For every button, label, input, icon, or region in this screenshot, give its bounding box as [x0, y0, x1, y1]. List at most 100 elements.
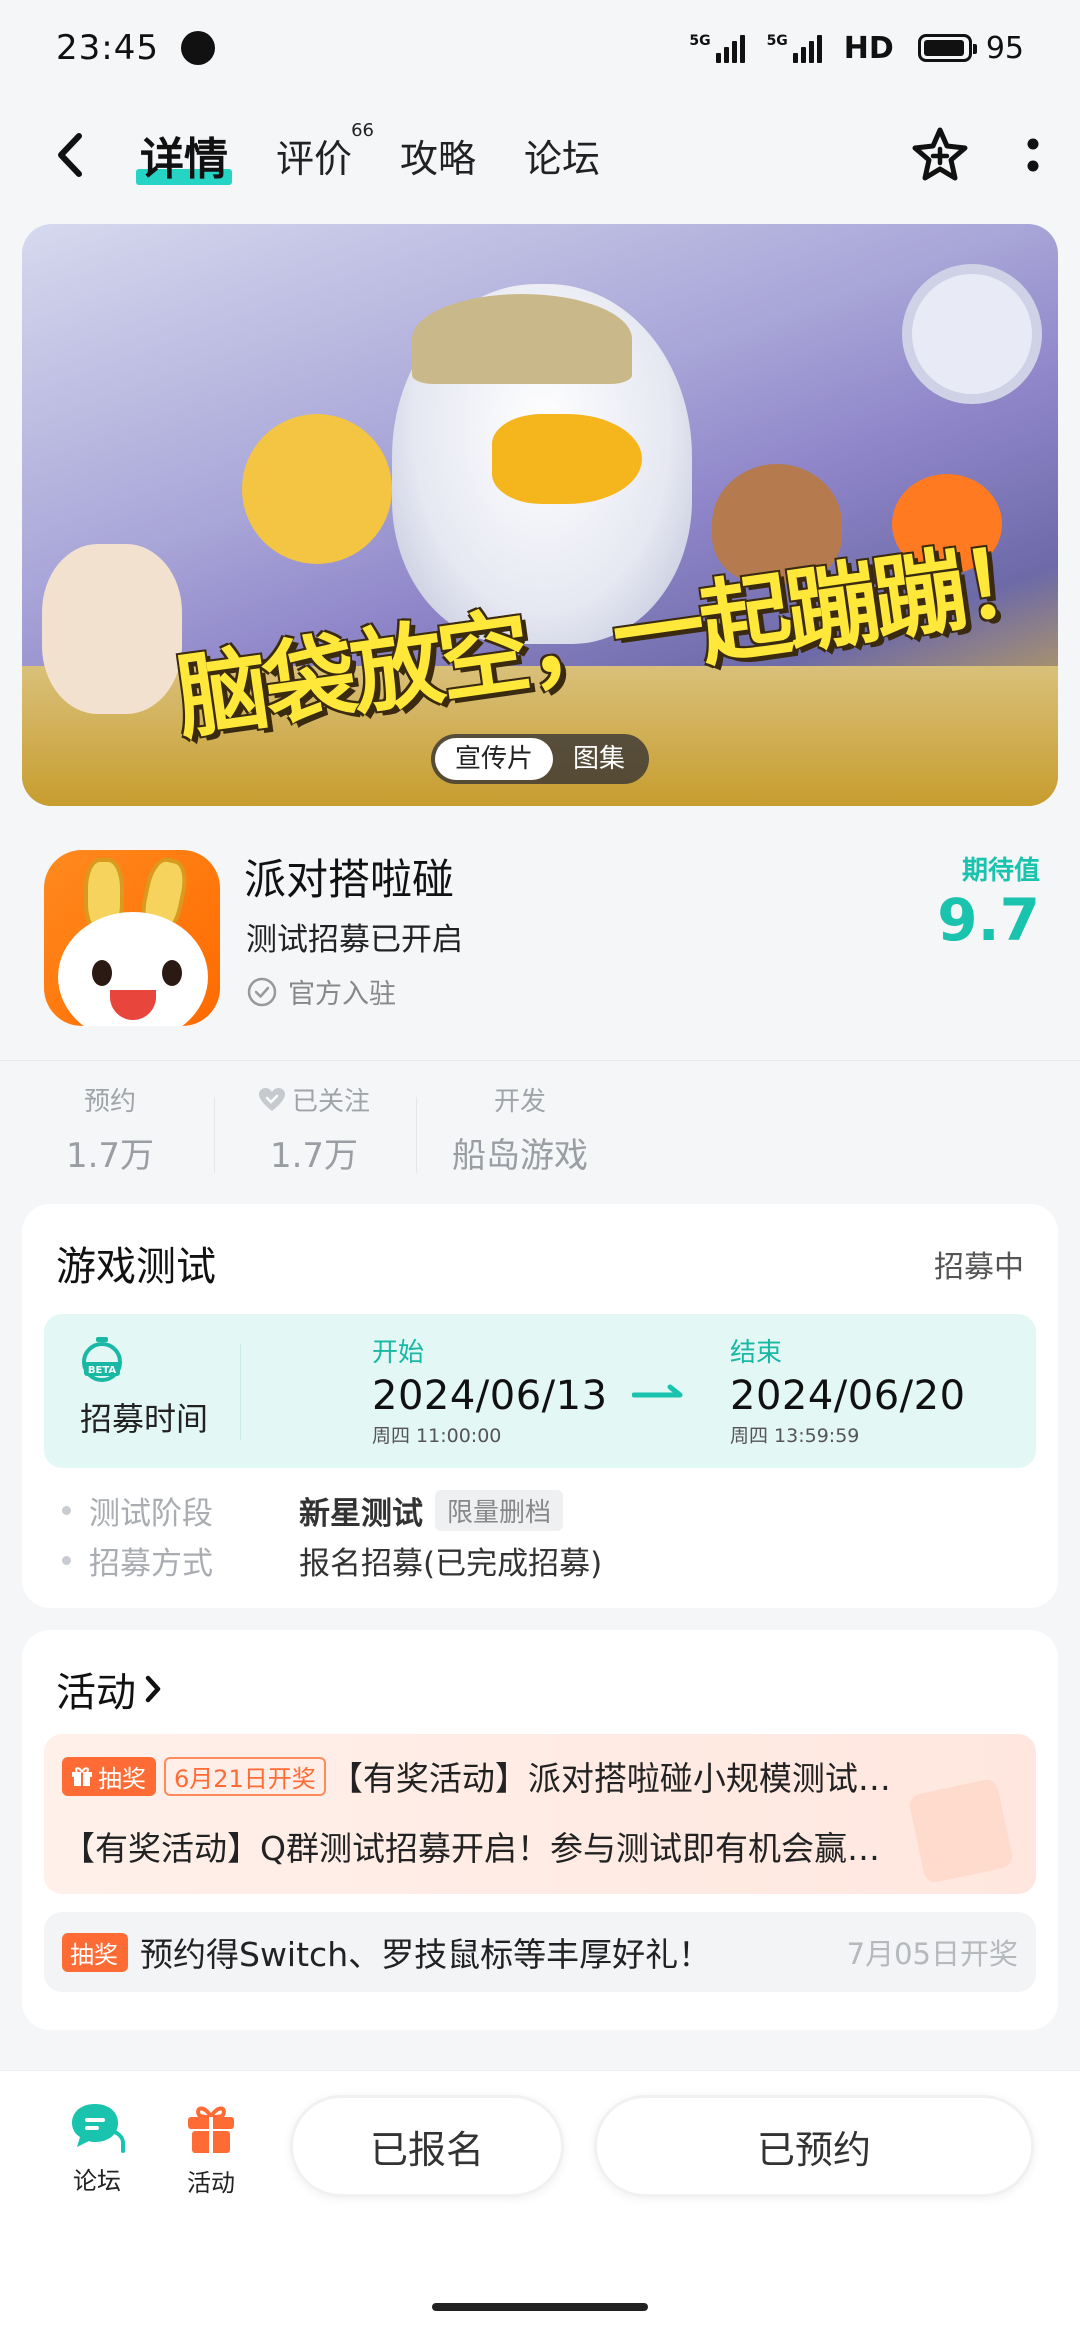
- character-art-left: [42, 544, 182, 714]
- character-art-chick: [242, 414, 392, 564]
- tab-forum[interactable]: 论坛: [524, 128, 600, 183]
- battery-percent: 95: [985, 30, 1024, 66]
- recruit-method-label: 招募方式: [89, 1546, 213, 1582]
- svg-text:BETA: BETA: [88, 1365, 116, 1376]
- stat-reservations: 预约 1.7万: [50, 1081, 170, 1177]
- check-circle-icon: [247, 977, 277, 1006]
- rating-label: 期待值: [961, 856, 1040, 886]
- reviews-count-badge: 66: [351, 119, 375, 141]
- bottom-action-bar: 论坛 活动 已报名 已预约: [0, 2070, 1080, 2340]
- home-indicator[interactable]: [432, 2303, 648, 2311]
- official-label: 官方入驻: [288, 979, 396, 1010]
- activity-item-1-line2: 【有奖活动】Q群测试招募开启！参与测试即有机会赢…: [62, 1829, 880, 1868]
- gift-icon: [188, 2106, 234, 2153]
- chevron-left-icon: [58, 133, 82, 177]
- duck-hat-art: [412, 294, 632, 384]
- reserved-button[interactable]: 已预约: [594, 2095, 1034, 2197]
- recruit-time-box: BETA 招募时间 开始 2024/06/13 周四 11:00:00 结束 2…: [44, 1314, 1036, 1468]
- tab-reviews-label: 评价: [276, 136, 353, 181]
- signal-icon-2: 5G: [767, 33, 822, 63]
- stat-developer[interactable]: 开发 船岛游戏: [440, 1081, 600, 1177]
- stat-follows: 已关注 1.7万: [244, 1081, 384, 1177]
- back-button[interactable]: [40, 125, 100, 185]
- game-test-title: 游戏测试: [56, 1244, 216, 1290]
- app-icon: [44, 850, 220, 1026]
- stat-value: 船岛游戏: [452, 1136, 588, 1176]
- start-time: 开始 2024/06/13 周四 11:00:00: [372, 1332, 608, 1448]
- media-tab-gallery[interactable]: 图集: [553, 738, 645, 780]
- app-info: 派对搭啦碰 测试招募已开启 官方入驻 期待值 9.7: [0, 840, 1080, 1040]
- end-time: 结束 2024/06/20 周四 13:59:59: [730, 1332, 966, 1448]
- start-sub: 周四 11:00:00: [372, 1425, 502, 1447]
- tab-details[interactable]: 详情: [136, 123, 232, 187]
- stat-label: 开发: [493, 1087, 546, 1117]
- official-badge: 官方入驻: [246, 972, 396, 1011]
- duck-beak-art: [492, 414, 642, 504]
- lottery-badge: 抽奖: [62, 1932, 128, 1972]
- activity-item-2[interactable]: 抽奖 预约得Switch、罗技鼠标等丰厚好礼！ 7月05日开奖: [44, 1912, 1036, 1992]
- forum-label: 论坛: [73, 2167, 121, 2195]
- status-time: 23:45: [56, 28, 159, 68]
- stat-value: 1.7万: [269, 1136, 359, 1176]
- recruit-time-label: 招募时间: [80, 1400, 209, 1438]
- end-sub: 周四 13:59:59: [730, 1425, 860, 1447]
- divider: [240, 1344, 241, 1440]
- activity-item-2-text: 预约得Switch、罗技鼠标等丰厚好礼！: [140, 1935, 712, 1974]
- hd-indicator: HD: [843, 30, 894, 66]
- arrow-right-icon: [632, 1384, 683, 1398]
- expectation-rating: 期待值 9.7: [937, 850, 1040, 949]
- notification-icon: [180, 31, 215, 65]
- signal-icon-1: 5G: [689, 33, 745, 63]
- app-icon-eye-left: [92, 960, 112, 986]
- tab-reviews[interactable]: 评价 66: [276, 120, 374, 183]
- battery-icon: [917, 34, 977, 62]
- rating-value: 9.7: [937, 886, 1040, 954]
- stats-row: 预约 1.7万 已关注 1.7万 开发 船岛游戏: [0, 1060, 1080, 1190]
- activity-item-1-text: 【有奖活动】派对搭啦碰小规模测试…: [329, 1759, 891, 1798]
- divider: [416, 1097, 417, 1173]
- media-tab-video[interactable]: 宣传片: [434, 738, 553, 780]
- status-indicators: 5G 5G HD 95: [689, 31, 1024, 66]
- registered-button[interactable]: 已报名: [290, 2095, 564, 2197]
- forum-button[interactable]: 论坛: [52, 2101, 142, 2196]
- activity-button[interactable]: 活动: [166, 2101, 256, 2198]
- chat-bubble-icon: [72, 2104, 125, 2153]
- app-icon-eye-right: [162, 960, 182, 986]
- activity-card: 活动 抽奖 6月21日开奖 【有奖活动】派对搭啦碰小规模测试… 【有奖活动】Q群…: [22, 1630, 1058, 2030]
- game-test-card: 游戏测试 招募中 BETA 招募时间 开始 2024/06/13 周四 11:0…: [22, 1204, 1058, 1608]
- activity-header[interactable]: 活动: [56, 1660, 164, 1718]
- tab-guides[interactable]: 攻略: [400, 128, 476, 183]
- activity-title: 活动: [56, 1670, 136, 1716]
- activity-item-1[interactable]: 抽奖 6月21日开奖 【有奖活动】派对搭啦碰小规模测试… 【有奖活动】Q群测试招…: [44, 1734, 1036, 1894]
- recruit-status: 招募中: [934, 1250, 1024, 1285]
- activity-item-2-date: 7月05日开奖: [846, 1937, 1018, 1971]
- test-stage-row: 测试阶段 新星测试 限量删档: [62, 1488, 564, 1533]
- hero-media[interactable]: 脑袋放空，一起蹦蹦！ 宣传片 图集: [22, 224, 1058, 806]
- test-stage-value: 新星测试: [299, 1496, 423, 1532]
- chevron-right-icon: [145, 1675, 161, 1703]
- end-label: 结束: [730, 1338, 783, 1368]
- washing-machine-art: [902, 264, 1042, 404]
- media-switcher: 宣传片 图集: [430, 734, 650, 784]
- top-nav: 详情 评价 66 攻略 论坛: [0, 110, 1080, 200]
- star-plus-icon[interactable]: [910, 125, 970, 185]
- gift-icon: [72, 1767, 92, 1786]
- status-bar: 23:45 5G 5G HD 95: [0, 0, 1080, 96]
- test-stage-label: 测试阶段: [89, 1496, 213, 1532]
- beta-timer-icon: BETA: [82, 1337, 122, 1382]
- activity-label: 活动: [187, 2169, 235, 2197]
- heart-check-icon: [258, 1087, 285, 1111]
- app-subtitle: 测试招募已开启: [246, 922, 463, 958]
- app-name: 派对搭啦碰: [244, 855, 455, 904]
- test-stage-tag: 限量删档: [435, 1490, 564, 1531]
- stat-value: 1.7万: [65, 1136, 155, 1176]
- draw-date-tag: 6月21日开奖: [164, 1756, 326, 1796]
- start-label: 开始: [372, 1338, 425, 1368]
- recruit-method-value: 报名招募(已完成招募): [299, 1546, 603, 1582]
- more-vertical-icon[interactable]: [1026, 135, 1040, 175]
- lottery-badge: 抽奖: [62, 1756, 156, 1796]
- start-date: 2024/06/13: [372, 1373, 608, 1419]
- recruit-method-row: 招募方式 报名招募(已完成招募): [62, 1538, 602, 1583]
- stat-label: 已关注: [291, 1087, 370, 1117]
- divider: [214, 1097, 215, 1173]
